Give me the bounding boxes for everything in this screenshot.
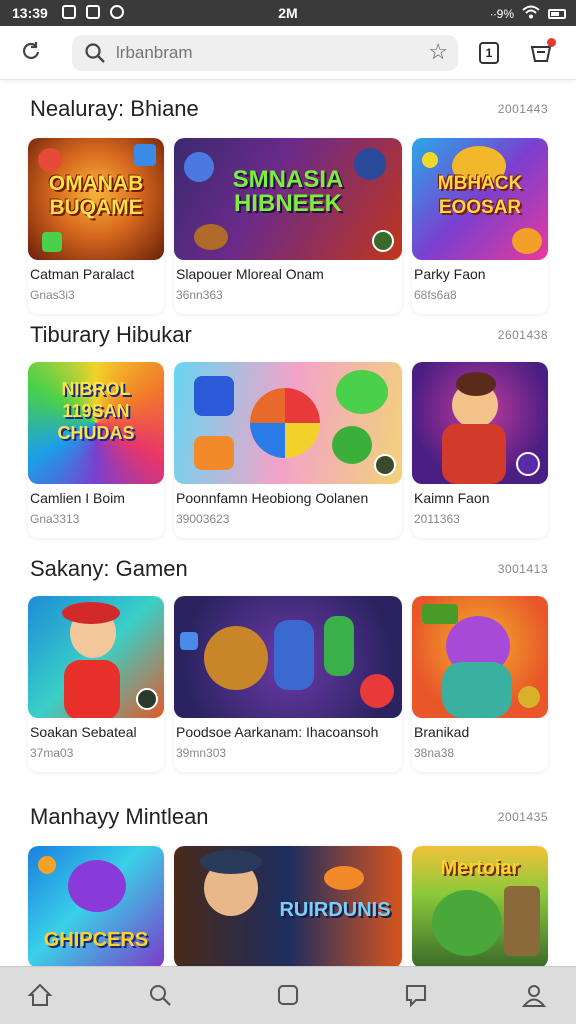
game-thumbnail: MBHACK EOOSAR: [412, 138, 548, 260]
signal-text: ∙∙9%: [489, 6, 514, 21]
game-card[interactable]: Kaimn Faon 2011363: [412, 362, 548, 538]
game-title: Parky Faon: [414, 266, 486, 282]
bottom-nav: [0, 966, 576, 1024]
game-logo: GHIPCERS: [43, 929, 149, 951]
section-count: 2001435: [497, 810, 548, 824]
game-meta: 39mn303: [176, 746, 227, 760]
game-logo: MBHACK EOOSAR: [437, 173, 523, 218]
game-title: Camlien I Boim: [30, 490, 125, 506]
game-logo: NIBROL 119SAN CHUDAS: [57, 379, 135, 443]
status-bar: 13:39 2M ∙∙9%: [0, 0, 576, 26]
reload-icon[interactable]: [18, 40, 44, 66]
status-right: ∙∙9%: [490, 5, 566, 22]
game-thumbnail: [412, 362, 548, 484]
battery-icon: [548, 8, 566, 19]
game-thumbnail: [28, 596, 164, 718]
address-bar[interactable]: ☆: [72, 35, 458, 71]
game-thumbnail: RUIRDUNIS: [174, 846, 402, 966]
game-card[interactable]: Poodsoe Aarkanam: Ihacoansoh 39mn303: [174, 596, 402, 772]
browser-toolbar: ☆ 1: [0, 26, 576, 80]
game-title: Poonnfamn Heobiong Oolanen: [176, 490, 369, 506]
game-title: Slapouer Mloreal Onam: [176, 266, 324, 282]
game-title: Poodsoe Aarkanam: Ihacoansoh: [176, 724, 379, 740]
game-card[interactable]: Poonnfamn Heobiong Oolanen 39003623: [174, 362, 402, 538]
bookmark-star-icon[interactable]: ☆: [428, 39, 448, 65]
game-title: Kaimn Faon: [414, 490, 490, 506]
section-title: Tiburary Hibukar: [30, 322, 192, 347]
game-card[interactable]: Soakan Sebateal 37ma03: [28, 596, 164, 772]
game-thumbnail: [174, 362, 402, 484]
game-card[interactable]: MBHACK EOOSAR Parky Faon 68fs6a8: [412, 138, 548, 314]
game-meta: 2011363: [414, 512, 460, 526]
game-thumbnail: Mertoiar: [412, 846, 548, 966]
search-input[interactable]: [116, 41, 416, 65]
game-meta: 37ma03: [30, 746, 74, 760]
section-title: Nealuray: Bhiane: [30, 96, 199, 121]
section-count: 2601438: [497, 328, 548, 342]
game-thumbnail: [412, 596, 548, 718]
profile-icon[interactable]: [520, 981, 548, 1009]
notification-badge: [547, 38, 556, 47]
game-thumbnail: [174, 596, 402, 718]
game-logo: SMNASIA HIBNEEK: [232, 166, 344, 217]
game-meta: 68fs6a8: [414, 288, 457, 302]
game-title: Soakan Sebateal: [30, 724, 137, 740]
game-thumbnail: SMNASIA HIBNEEK: [174, 138, 402, 260]
game-logo: OMANAB BUQAME: [48, 172, 144, 219]
chat-icon[interactable]: [402, 981, 430, 1009]
game-meta: 36nn363: [176, 288, 223, 302]
section-title: Manhayy Mintlean: [30, 804, 209, 829]
wifi-icon: [522, 5, 540, 22]
search-icon[interactable]: [146, 981, 174, 1009]
game-feed: Nealuray: Bhiane 2001443 OMANAB BUQAME C…: [0, 80, 576, 966]
home-icon[interactable]: [26, 981, 54, 1009]
game-meta: Gna3313: [30, 512, 80, 526]
tab-count-button[interactable]: 1: [479, 42, 499, 64]
section-count: 2001443: [497, 102, 548, 116]
game-card[interactable]: NIBROL 119SAN CHUDAS Camlien I Boim Gna3…: [28, 362, 164, 538]
section-title: Sakany: Gamen: [30, 556, 188, 581]
game-title: Branikad: [414, 724, 470, 740]
game-logo: RUIRDUNIS: [279, 899, 391, 921]
game-thumbnail: GHIPCERS: [28, 846, 164, 966]
menu-icon[interactable]: [528, 38, 556, 66]
game-card[interactable]: Mertoiar: [412, 846, 548, 966]
game-thumbnail: NIBROL 119SAN CHUDAS: [28, 362, 164, 484]
game-card[interactable]: OMANAB BUQAME Catman Paralact Gnas3i3: [28, 138, 164, 314]
game-meta: 38na38: [414, 746, 455, 760]
game-thumbnail: OMANAB BUQAME: [28, 138, 164, 260]
game-meta: Gnas3i3: [30, 288, 75, 302]
game-card[interactable]: Branikad 38na38: [412, 596, 548, 772]
search-icon: [84, 42, 106, 64]
game-meta: 39003623: [176, 512, 230, 526]
game-card[interactable]: GHIPCERS: [28, 846, 164, 966]
game-title: Catman Paralact: [30, 266, 135, 282]
tabs-icon[interactable]: [274, 981, 302, 1009]
game-card[interactable]: RUIRDUNIS: [174, 846, 402, 966]
game-card[interactable]: SMNASIA HIBNEEK Slapouer Mloreal Onam 36…: [174, 138, 402, 314]
game-logo: Mertoiar: [440, 857, 520, 879]
section-count: 3001413: [497, 562, 548, 576]
